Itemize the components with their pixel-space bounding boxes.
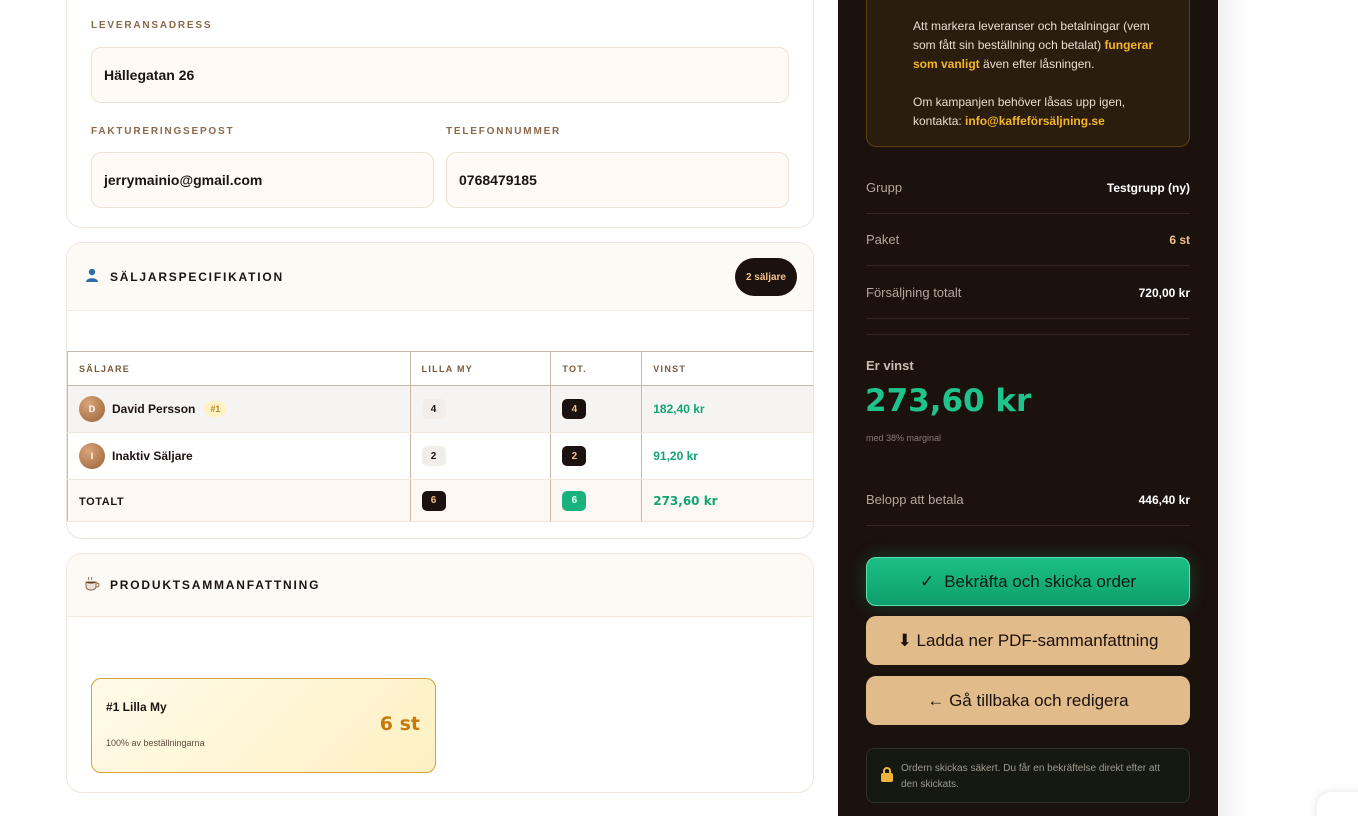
total-cell: 4 — [550, 385, 643, 433]
sales-total-label: Försäljning totalt — [866, 285, 962, 300]
email-label: FAKTURERINGSEPOST — [91, 126, 235, 137]
profit-value: 182,40 kr — [653, 402, 705, 416]
lock-notice: Att markera leveranser och betalningar (… — [866, 0, 1190, 147]
lilla-my-cell: 4 — [409, 385, 552, 433]
lilla-my-count: 2 — [421, 446, 446, 466]
total-profit-value: 273,60 kr — [653, 493, 718, 508]
product-quantity: 6 st — [379, 713, 420, 735]
divider — [866, 334, 1190, 335]
order-confirmation-page: LEVERANSADRESS Hällegatan 26 FAKTURERING… — [0, 0, 1358, 816]
total-tot-cell: 6 — [550, 479, 643, 522]
secure-info-text: Ordern skickas säkert. Du får en bekräft… — [901, 763, 1160, 790]
seller-specification-card: SÄLJARSPECIFIKATION 2 säljare SÄLJARE LI… — [66, 242, 814, 539]
phone-field[interactable]: 0768479185 — [446, 152, 789, 208]
total-profit-cell: 273,60 kr — [641, 479, 813, 522]
lilla-my-count: 4 — [421, 399, 446, 419]
phone-label: TELEFONNUMMER — [446, 126, 562, 137]
person-icon — [83, 268, 101, 285]
seller-specification-title: SÄLJARSPECIFIKATION — [110, 269, 284, 284]
profit-amount: 273,60 kr — [865, 383, 1032, 419]
product-item-lilla-my: #1 Lilla My 100% av beställningarna 6 st — [91, 678, 436, 773]
column-header-lilla-my: LILLA MY — [409, 351, 552, 386]
table-row: D David Persson #1 4 4 182,40 kr — [67, 385, 813, 433]
total-cell: 2 — [550, 432, 643, 480]
notice-text: även efter låsningen. — [979, 57, 1095, 71]
coffee-cup-icon — [83, 576, 101, 595]
lock-icon — [881, 767, 893, 782]
total-count: 2 — [562, 446, 587, 466]
profit-value: 91,20 kr — [653, 449, 698, 463]
total-lilla-my-cell: 6 — [409, 479, 552, 522]
seller-table: SÄLJARE LILLA MY TOT. VINST D David Pers… — [67, 351, 813, 522]
seller-count-badge: 2 säljare — [734, 258, 797, 296]
avatar: D — [79, 396, 105, 422]
email-field[interactable]: jerrymainio@gmail.com — [91, 152, 434, 208]
lilla-my-cell: 2 — [409, 432, 552, 480]
order-summary-panel: Att markera leveranser och betalningar (… — [838, 0, 1218, 816]
profit-cell: 182,40 kr — [641, 385, 813, 433]
rank-badge: #1 — [204, 401, 227, 417]
group-value: Testgrupp (ny) — [1106, 180, 1190, 195]
download-pdf-button[interactable]: ⬇ Ladda ner PDF-sammanfattning — [866, 616, 1190, 665]
check-icon: ✓ — [919, 571, 935, 591]
sales-total-value: 720,00 kr — [1138, 285, 1190, 300]
amount-to-pay-row: Belopp att betala 446,40 kr — [866, 474, 1190, 526]
seller-name: David Persson — [112, 402, 196, 416]
profit-margin: med 38% marginal — [866, 433, 942, 443]
total-lilla-my-count: 6 — [421, 490, 446, 511]
sales-total-row: Försäljning totalt 720,00 kr — [866, 267, 1190, 319]
confirm-order-button[interactable]: ✓ Bekräfta och skicka order — [866, 557, 1190, 606]
address-label: LEVERANSADRESS — [91, 20, 213, 31]
amount-to-pay-value: 446,40 kr — [1138, 492, 1190, 507]
total-label: TOTALT — [79, 495, 125, 508]
product-summary-header: PRODUKTSAMMANFATTNING — [67, 554, 813, 617]
seller-cell: I Inaktiv Säljare — [67, 432, 411, 480]
total-count: 4 — [562, 399, 587, 419]
notice-paragraph-2: Om kampanjen behöver låsas upp igen, kon… — [913, 93, 1169, 131]
product-name: #1 Lilla My — [106, 700, 167, 714]
avatar: I — [79, 443, 105, 469]
product-share: 100% av beställningarna — [106, 738, 205, 748]
amount-to-pay-label: Belopp att betala — [866, 492, 964, 507]
table-row: I Inaktiv Säljare 2 2 91,20 kr — [67, 432, 813, 480]
group-row: Grupp Testgrupp (ny) — [866, 162, 1190, 214]
product-summary-title: PRODUKTSAMMANFATTNING — [110, 578, 321, 592]
column-header-total: TOT. — [550, 351, 643, 386]
contact-email-link[interactable]: info@kaffeförsäljning.se — [965, 114, 1105, 128]
total-label-cell: TOTALT — [67, 479, 411, 522]
seller-name: Inaktiv Säljare — [112, 449, 193, 463]
profit-cell: 91,20 kr — [641, 432, 813, 480]
secure-info-box: Ordern skickas säkert. Du får en bekräft… — [866, 748, 1190, 803]
seller-cell: D David Persson #1 — [67, 385, 411, 433]
package-label: Paket — [866, 232, 900, 247]
column-header-seller: SÄLJARE — [67, 351, 411, 386]
contact-details-card: LEVERANSADRESS Hällegatan 26 FAKTURERING… — [66, 0, 814, 228]
profit-label: Er vinst — [866, 358, 914, 373]
panel-shadow — [1218, 0, 1248, 816]
product-summary-card: PRODUKTSAMMANFATTNING #1 Lilla My 100% a… — [66, 553, 814, 793]
download-pdf-label: ⬇ Ladda ner PDF-sammanfattning — [897, 630, 1159, 650]
total-tot-count: 6 — [562, 490, 587, 511]
table-total-row: TOTALT 6 6 273,60 kr — [67, 479, 813, 522]
column-header-profit: VINST — [641, 351, 813, 386]
seller-table-header-row: SÄLJARE LILLA MY TOT. VINST — [67, 351, 813, 386]
back-edit-button[interactable]: ← Gå tillbaka och redigera — [866, 676, 1190, 725]
confirm-order-label: Bekräfta och skicka order — [944, 571, 1137, 591]
chat-widget-button[interactable] — [1317, 792, 1358, 816]
back-edit-label: ← Gå tillbaka och redigera — [927, 690, 1129, 710]
address-field[interactable]: Hällegatan 26 — [91, 47, 789, 103]
package-row: Paket 6 st — [866, 214, 1190, 266]
group-label: Grupp — [866, 180, 903, 195]
seller-specification-header: SÄLJARSPECIFIKATION 2 säljare — [67, 243, 813, 311]
notice-paragraph-1: Att markera leveranser och betalningar (… — [913, 17, 1169, 74]
package-value: 6 st — [1169, 232, 1190, 247]
